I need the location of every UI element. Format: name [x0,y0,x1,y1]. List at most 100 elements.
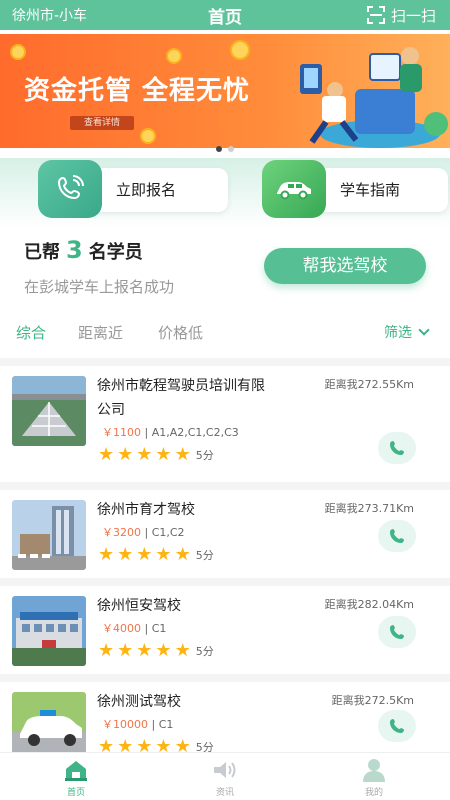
school-photo [12,692,86,754]
quick-actions: 立即报名 学车指南 [0,158,450,228]
call-button[interactable] [378,432,416,464]
quick-action-guide[interactable]: 学车指南 [262,160,448,218]
tab-label: 资讯 [215,788,234,798]
rating-stars: ★ ★ ★ ★ ★ 5分 [98,546,214,564]
rating-score: 5分 [195,449,214,462]
header-bar: 徐州市-小车 首页 扫一扫 [0,0,450,30]
school-licenses: A1,A2,C1,C2,C3 [151,426,239,439]
list-item[interactable]: 徐州恒安驾校 距离我282.04Km ￥4000 | C1 ★ ★ ★ ★ ★ 5分 [0,578,450,674]
banner-headline: 资金托管 全程无忧 [24,76,251,106]
phone-icon [38,160,102,218]
call-button[interactable] [378,520,416,552]
quick-action-label: 学车指南 [340,180,401,199]
star-icon: ★ [98,444,115,465]
helped-subtitle: 在彭城学车上报名成功 [24,278,175,296]
star-icon: ★ [98,640,115,661]
phone-icon [390,529,404,543]
phone-icon [390,441,404,455]
school-distance: 距离我282.04Km [324,598,414,611]
rating-score: 5分 [195,549,214,562]
school-distance: 距离我273.71Km [324,502,414,515]
school-price-line: ￥3200 | C1,C2 [102,526,185,539]
school-photo [12,500,86,570]
chevron-down-icon [418,324,430,336]
banner-detail-button[interactable]: 查看详情 [70,116,134,130]
tab-label: 首页 [66,788,85,798]
scan-label: 扫一扫 [390,6,436,25]
star-icon: ★ [174,640,191,661]
choose-school-button[interactable]: 帮我选驾校 [264,248,426,284]
scan-icon [366,6,385,24]
sort-bar: 综合 距离近 价格低 筛选 [0,318,450,346]
school-name[interactable]: 徐州市育才驾校 [97,498,277,522]
user-icon [344,757,404,783]
star-icon: ★ [155,444,172,465]
scan-button[interactable]: 扫一扫 [366,5,436,26]
rating-stars: ★ ★ ★ ★ ★ 5分 [98,446,214,464]
star-icon: ★ [117,444,134,465]
tab-profile[interactable]: 我的 [344,757,404,798]
tab-news[interactable]: 资讯 [195,757,255,798]
school-price: ￥4000 [102,622,141,635]
star-icon: ★ [155,544,172,565]
quick-action-label: 立即报名 [116,180,177,199]
rating-stars: ★ ★ ★ ★ ★ 5分 [98,642,214,660]
school-licenses: C1 [158,718,174,731]
star-icon: ★ [117,640,134,661]
school-price: ￥3200 [102,526,141,539]
sort-tab-price[interactable]: 价格低 [158,322,203,343]
school-price-line: ￥1100 | A1,A2,C1,C2,C3 [102,426,239,439]
school-name[interactable]: 徐州测试驾校 [97,690,277,714]
students-helped: 已帮 3 名学员 [24,236,143,264]
school-distance: 距离我272.5Km [331,694,414,707]
school-name[interactable]: 徐州恒安驾校 [97,594,277,618]
banner-illustration [300,47,448,148]
school-licenses: C1 [151,622,167,635]
car-icon [262,160,326,218]
sort-tab-overall[interactable]: 综合 [16,322,46,343]
list-item[interactable]: 徐州市乾程驾驶员培训有限公司 距离我272.55Km ￥1100 | A1,A2… [0,358,450,482]
tab-label: 我的 [364,788,383,798]
call-button[interactable] [378,710,416,742]
star-icon: ★ [155,640,172,661]
phone-icon [390,625,404,639]
star-icon: ★ [136,444,153,465]
coin-icon [140,128,156,144]
speaker-icon [195,757,255,783]
list-item[interactable]: 徐州测试驾校 距离我272.5Km ￥10000 | C1 ★ ★ ★ ★ ★ 5分 [0,674,450,756]
school-name[interactable]: 徐州市乾程驾驶员培训有限公司 [97,374,277,422]
school-distance: 距离我272.55Km [324,378,414,391]
school-price-line: ￥10000 | C1 [102,718,174,731]
promo-banner[interactable]: 资金托管 全程无忧 查看详情 [0,34,450,148]
list-item[interactable]: 徐州市育才驾校 距离我273.71Km ￥3200 | C1,C2 ★ ★ ★ ★ ★ … [0,482,450,578]
star-icon: ★ [98,544,115,565]
home-icon [46,757,106,783]
filter-label: 筛选 [384,325,412,341]
rating-score: 5分 [195,645,214,658]
school-price: ￥1100 [102,426,141,439]
helped-count: 3 [66,236,83,264]
school-price: ￥10000 [102,718,148,731]
school-price-line: ￥4000 | C1 [102,622,167,635]
coin-icon [166,48,182,64]
coin-icon [230,40,250,60]
quick-action-signup[interactable]: 立即报名 [38,160,228,218]
call-button[interactable] [378,616,416,648]
coin-icon [10,44,26,60]
bottom-tab-bar: 首页 资讯 我的 [0,752,450,800]
school-photo [12,376,86,446]
tab-home[interactable]: 首页 [46,757,106,798]
pagination-dot[interactable] [216,146,222,152]
school-photo [12,596,86,666]
star-icon: ★ [117,544,134,565]
filter-button[interactable]: 筛选 [384,322,430,342]
phone-icon [390,719,404,733]
banner-pagination [0,146,450,152]
school-licenses: C1,C2 [151,526,185,539]
star-icon: ★ [174,544,191,565]
pagination-dot[interactable] [228,146,234,152]
sort-tab-distance[interactable]: 距离近 [78,322,123,343]
star-icon: ★ [136,544,153,565]
star-icon: ★ [136,640,153,661]
star-icon: ★ [174,444,191,465]
